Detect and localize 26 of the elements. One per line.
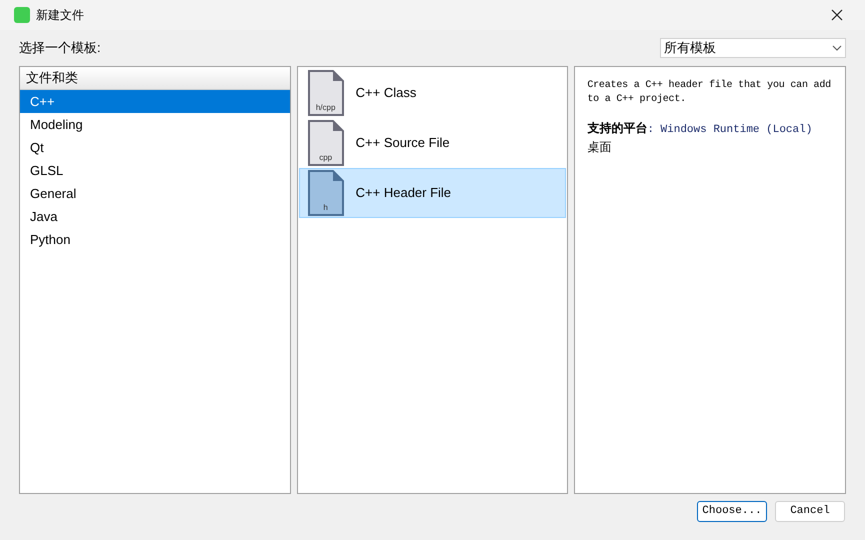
- template-item[interactable]: cpp C++ Source File: [298, 118, 566, 168]
- template-item[interactable]: h/cpp C++ Class: [298, 68, 566, 118]
- app-logo-icon: [14, 7, 30, 23]
- filter-dropdown[interactable]: 所有模板: [660, 38, 846, 58]
- template-item[interactable]: h C++ Header File: [298, 168, 566, 218]
- file-icon: cpp: [308, 120, 344, 166]
- category-item[interactable]: C++: [20, 90, 290, 113]
- file-icon: h: [308, 170, 344, 216]
- chevron-down-icon: [832, 45, 842, 51]
- template-label: 选择一个模板:: [19, 39, 101, 58]
- description-text: Creates a C++ header file that you can add to a C++ project.: [587, 79, 832, 107]
- category-item[interactable]: General: [20, 182, 290, 205]
- list-header: 文件和类: [20, 67, 290, 90]
- window-title: 新建文件: [36, 7, 84, 24]
- platforms-label: 支持的平台: [587, 120, 648, 137]
- category-item[interactable]: Qt: [20, 136, 290, 159]
- platforms-value: : Windows Runtime (Local): [647, 123, 812, 138]
- close-icon: [831, 9, 843, 21]
- file-icon: h/cpp: [308, 70, 344, 116]
- platform-desktop: 桌面: [587, 139, 612, 156]
- choose-button[interactable]: Choose...: [697, 501, 767, 522]
- cancel-button[interactable]: Cancel: [775, 501, 845, 522]
- category-item[interactable]: GLSL: [20, 159, 290, 182]
- category-item[interactable]: Modeling: [20, 113, 290, 136]
- category-item[interactable]: Python: [20, 228, 290, 251]
- category-item[interactable]: Java: [20, 205, 290, 228]
